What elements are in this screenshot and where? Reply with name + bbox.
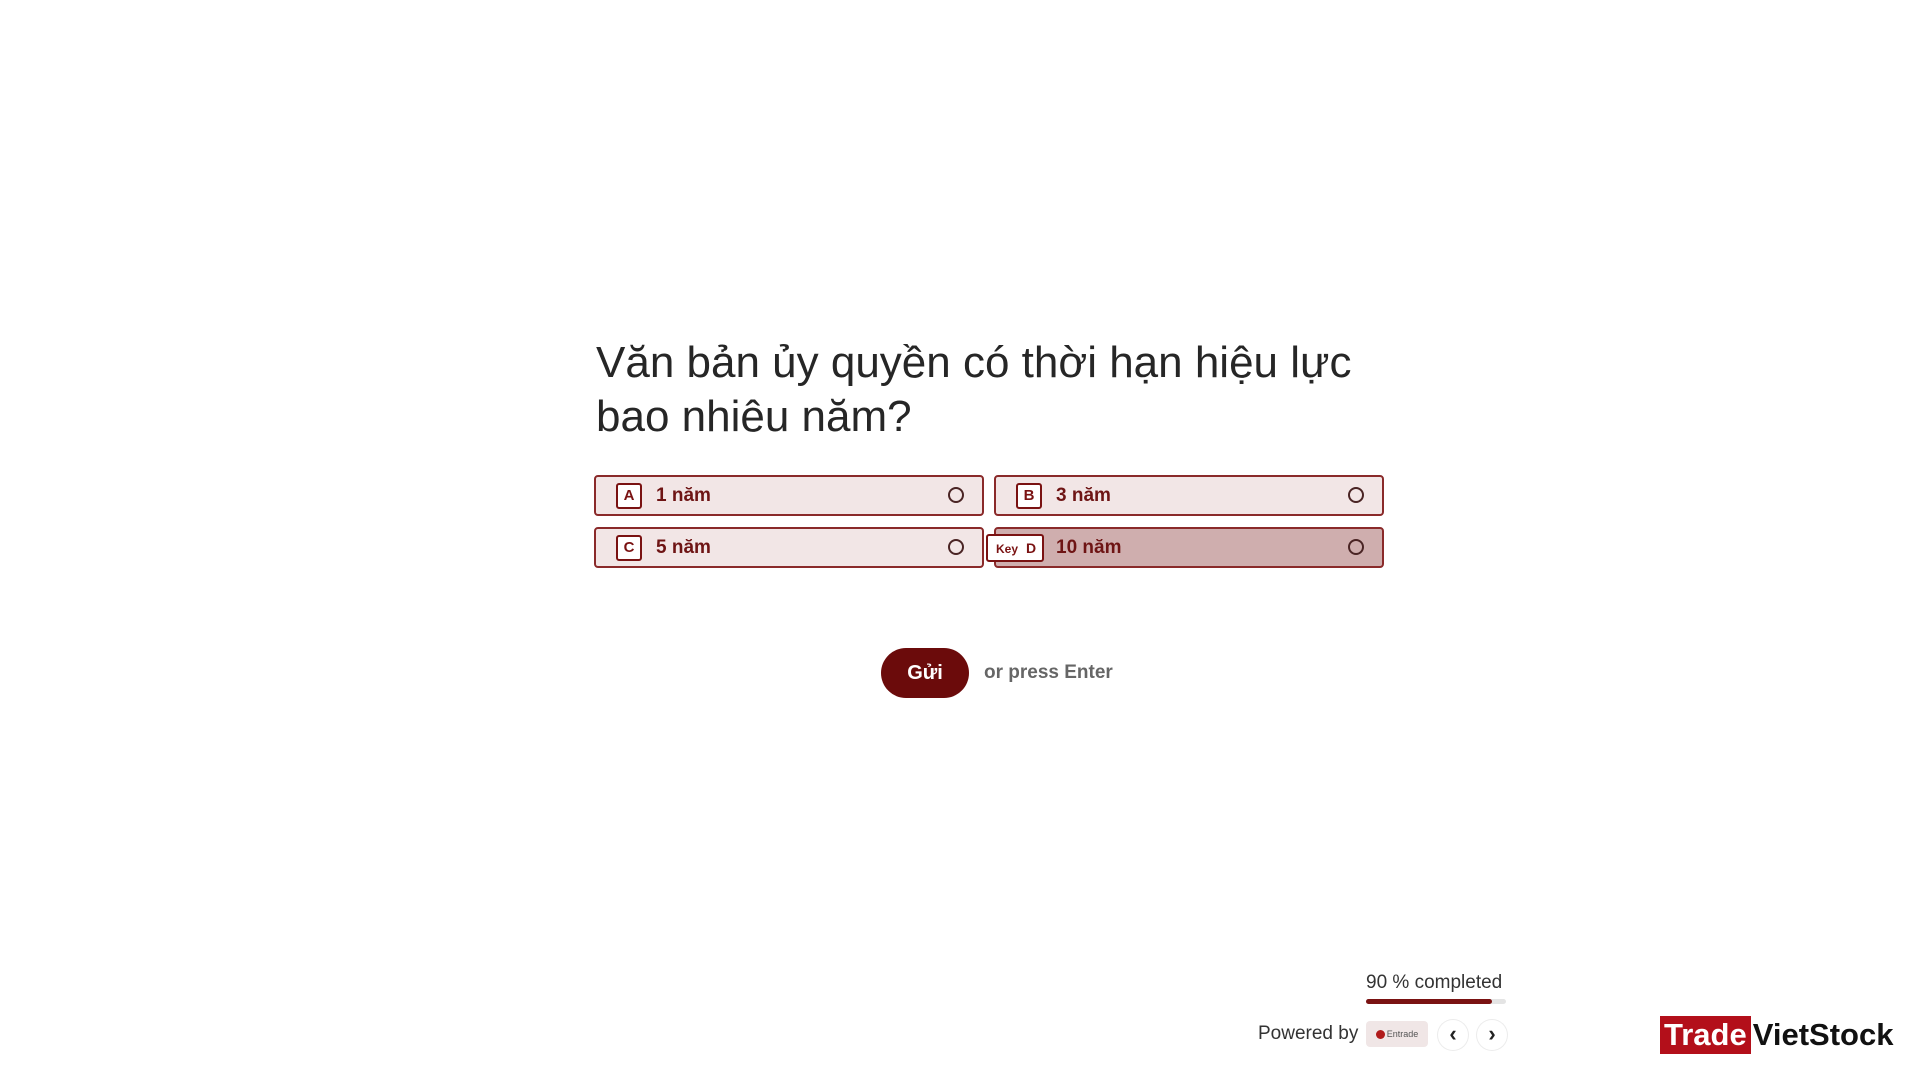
radio-circle-icon xyxy=(1348,539,1364,555)
previous-question-button[interactable]: ‹ xyxy=(1438,1020,1468,1050)
option-d-key-hint: Key D xyxy=(986,534,1045,562)
watermark-trade: Trade xyxy=(1660,1016,1751,1054)
next-question-button[interactable]: › xyxy=(1477,1020,1507,1050)
submit-button[interactable]: Gửi xyxy=(881,648,969,698)
radio-circle-icon xyxy=(948,487,964,503)
progress-label: 90 % completed xyxy=(1366,972,1503,993)
entrade-logo-icon xyxy=(1375,1030,1385,1040)
chevron-right-icon: › xyxy=(1488,1021,1496,1046)
option-d-key: D xyxy=(1026,540,1037,556)
option-c[interactable]: C 5 năm xyxy=(594,527,984,568)
survey-page: Văn bản ủy quyền có thời hạn hiệu lực ba… xyxy=(0,0,1920,1075)
progress-bar xyxy=(1366,999,1506,1004)
question-text: Văn bản ủy quyền có thời hạn hiệu lực ba… xyxy=(596,338,1352,441)
option-b-label: 3 năm xyxy=(1056,485,1111,506)
option-a[interactable]: A 1 năm xyxy=(594,475,984,516)
option-b-key: B xyxy=(1016,483,1042,509)
tradevietstock-watermark: Trade VietStock xyxy=(1660,1016,1893,1054)
radio-circle-icon xyxy=(948,539,964,555)
option-a-key: A xyxy=(616,483,642,509)
watermark-vietstock: VietStock xyxy=(1752,1017,1894,1052)
option-d[interactable]: Key D 10 năm xyxy=(986,527,1384,568)
option-a-label: 1 năm xyxy=(656,485,711,506)
chevron-left-icon: ‹ xyxy=(1449,1021,1457,1046)
entrade-logo[interactable]: Entrade xyxy=(1366,1021,1428,1047)
enter-hint: or press Enter xyxy=(984,662,1113,683)
option-c-label: 5 năm xyxy=(656,537,711,558)
option-b[interactable]: B 3 năm xyxy=(994,475,1384,516)
option-c-key: C xyxy=(616,535,642,561)
progress-bar-fill xyxy=(1366,999,1492,1004)
option-d-label: 10 năm xyxy=(1056,537,1122,558)
key-hint-word: Key xyxy=(996,542,1019,556)
radio-circle-icon xyxy=(1348,487,1364,503)
entrade-logo-text: Entrade xyxy=(1386,1029,1419,1039)
powered-by-text: Powered by xyxy=(1258,1023,1359,1044)
